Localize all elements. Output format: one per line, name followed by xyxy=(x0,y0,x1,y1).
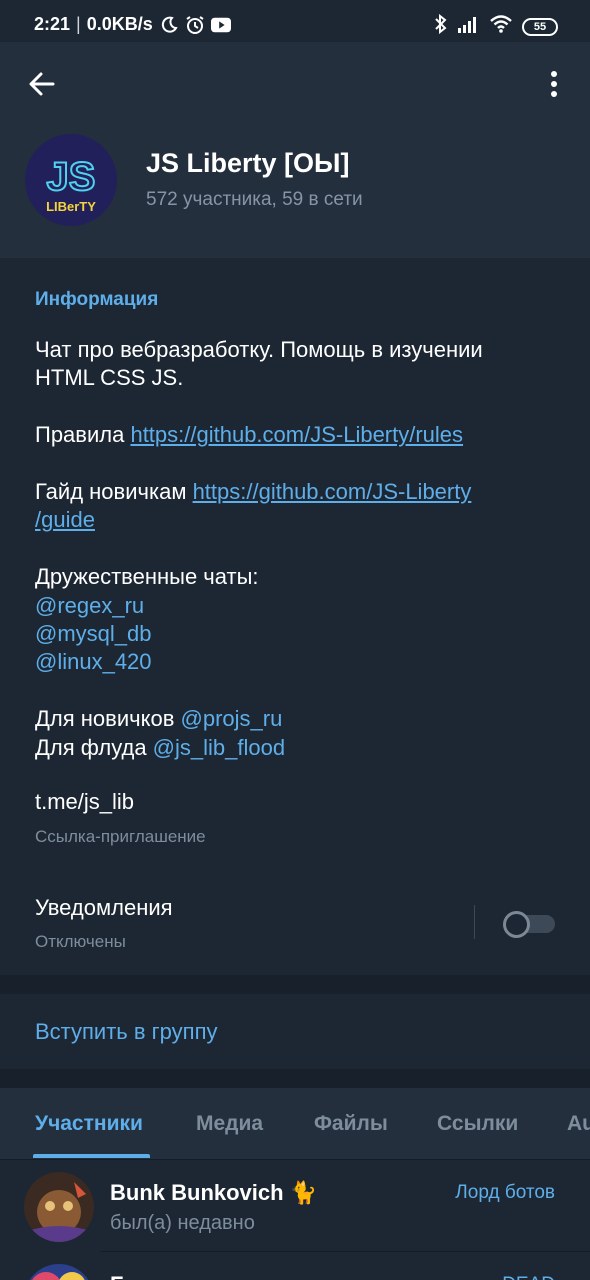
mention-link[interactable]: @linux_420 xyxy=(35,649,152,674)
moon-icon xyxy=(159,15,179,35)
flood-label: Для флуда xyxy=(35,734,153,760)
youtube-icon xyxy=(210,15,231,35)
bluetooth-icon xyxy=(434,13,448,39)
group-description: Чат про вебразработку. Помощь в изучении… xyxy=(35,336,555,762)
network-speed: 0.0KB/s xyxy=(86,14,153,34)
info-heading: Информация xyxy=(35,289,159,310)
group-member-count: 572 участника, 59 в сети xyxy=(146,189,363,210)
member-status: был(а) недавно xyxy=(110,1212,255,1234)
newbies-link[interactable]: @projs_ru xyxy=(181,706,283,731)
guide-link[interactable]: https://github.com/JS-Liberty xyxy=(193,479,472,504)
mention-link[interactable]: @mysql_db xyxy=(35,621,152,646)
newbies-label: Для новичков xyxy=(35,706,181,732)
flood-line: Для флуда @js_lib_flood xyxy=(35,734,555,762)
mention-link[interactable]: @regex_ru xyxy=(35,593,144,618)
group-avatar[interactable]: JS LIBerTY xyxy=(25,134,117,226)
kebab-menu-icon xyxy=(551,71,557,97)
guide-line: Гайд новичкам https://github.com/JS-Libe… xyxy=(35,478,555,506)
tab-media[interactable]: Медиа xyxy=(196,1112,263,1136)
desc-line: Чат про вебразработку. Помощь в изучении xyxy=(35,337,483,362)
friendly-chat-link: @linux_420 xyxy=(35,648,555,676)
join-section: Вступить в группу xyxy=(0,994,590,1069)
newbies-line: Для новичков @projs_ru xyxy=(35,705,555,733)
tab-audio[interactable]: Au xyxy=(567,1112,590,1136)
notifications-status: Отключены xyxy=(35,932,126,951)
member-role: DEAD xyxy=(502,1274,555,1280)
member-row[interactable]: Foma DEAD xyxy=(0,1252,590,1280)
rules-link[interactable]: https://github.com/JS-Liberty/rules xyxy=(130,422,463,447)
battery-icon: 55 xyxy=(522,17,558,36)
tab-members[interactable]: Участники xyxy=(35,1112,143,1136)
status-divider: | xyxy=(76,14,81,34)
vertical-divider xyxy=(474,905,475,939)
alarm-icon xyxy=(185,15,205,35)
section-separator xyxy=(0,975,590,994)
back-button[interactable] xyxy=(22,64,62,104)
guide-line-cont: /guide xyxy=(35,506,555,534)
rules-line: Правила https://github.com/JS-Liberty/ru… xyxy=(35,421,555,449)
friendly-chat-link: @regex_ru xyxy=(35,592,555,620)
members-list: Bunk Bunkovich 🐈 был(а) недавно Лорд бот… xyxy=(0,1160,590,1280)
arrow-left-icon xyxy=(29,72,55,96)
status-bar: 2:21 | 0.0KB/s 55 xyxy=(0,0,590,42)
guide-label: Гайд новичкам xyxy=(35,479,193,504)
avatar-logo-js: JS xyxy=(47,155,96,199)
rules-label: Правила xyxy=(35,422,131,448)
notifications-toggle[interactable] xyxy=(503,911,555,938)
desc-line: HTML CSS JS. xyxy=(35,365,184,391)
tab-files[interactable]: Файлы xyxy=(314,1112,388,1136)
wifi-icon xyxy=(490,15,512,38)
join-group-button[interactable]: Вступить в группу xyxy=(35,1019,218,1045)
invite-link[interactable]: t.me/js_lib xyxy=(35,789,134,815)
member-name: Foma xyxy=(110,1272,169,1280)
guide-link-cont[interactable]: /guide xyxy=(35,507,95,532)
clock: 2:21 xyxy=(34,14,71,34)
status-bar-left: 2:21 | 0.0KB/s xyxy=(34,14,231,35)
flood-link[interactable]: @js_lib_flood xyxy=(153,735,285,760)
member-row[interactable]: Bunk Bunkovich 🐈 был(а) недавно Лорд бот… xyxy=(0,1160,590,1252)
member-name: Bunk Bunkovich 🐈 xyxy=(110,1180,318,1205)
avatar-logo-liberty: LIBerTY xyxy=(46,199,96,214)
section-separator xyxy=(0,1069,590,1088)
toggle-knob xyxy=(503,911,530,938)
shared-media-tabs: Участники Медиа Файлы Ссылки Au xyxy=(0,1088,590,1160)
member-avatar xyxy=(24,1172,94,1242)
group-title: JS Liberty [ОЫ] xyxy=(146,148,350,178)
friendly-chat-link: @mysql_db xyxy=(35,620,555,648)
member-role: Лорд ботов xyxy=(455,1182,555,1203)
tab-links[interactable]: Ссылки xyxy=(437,1112,518,1136)
battery-level: 55 xyxy=(533,20,547,33)
group-header: JS LIBerTY JS Liberty [ОЫ] 572 участника… xyxy=(0,42,590,258)
info-section: Информация Чат про вебразработку. Помощь… xyxy=(0,258,590,975)
friendly-chats-label: Дружественные чаты: xyxy=(35,564,259,590)
more-menu-button[interactable] xyxy=(542,64,566,104)
active-tab-indicator xyxy=(33,1154,150,1158)
notifications-label[interactable]: Уведомления xyxy=(35,895,173,921)
status-bar-right: 55 xyxy=(434,13,558,39)
invite-link-caption: Ссылка-приглашение xyxy=(35,827,206,846)
member-avatar xyxy=(24,1264,94,1280)
signal-icon xyxy=(458,15,480,38)
